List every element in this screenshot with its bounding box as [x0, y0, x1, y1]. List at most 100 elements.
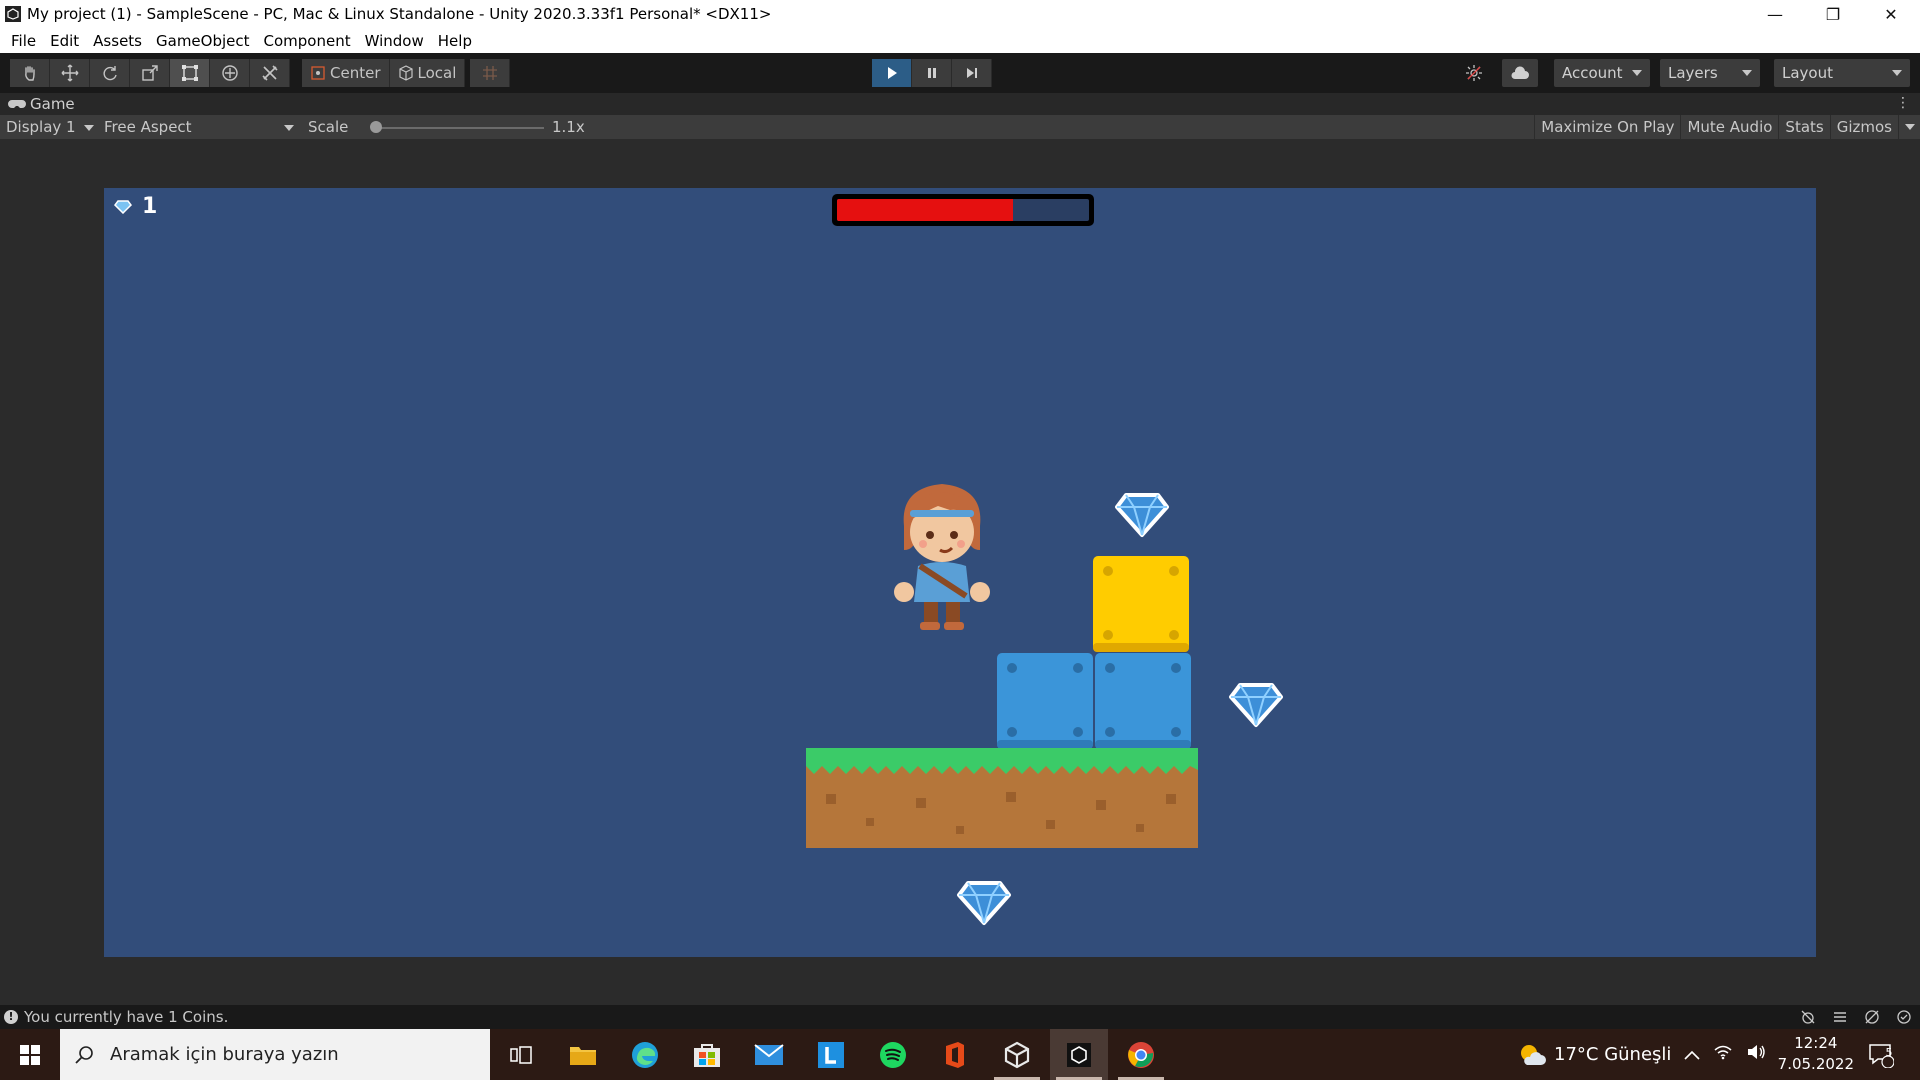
l-app-button[interactable]	[802, 1029, 860, 1080]
weather-partly-sunny-icon	[1521, 1044, 1546, 1065]
display-dropdown[interactable]: Display 1	[6, 118, 96, 136]
layers-dropdown[interactable]: Layers	[1660, 59, 1760, 87]
gem-pickup	[957, 881, 1011, 925]
rect-transform-icon	[181, 65, 198, 81]
scale-slider-handle[interactable]	[370, 121, 383, 133]
start-button[interactable]	[0, 1029, 60, 1080]
task-view-button[interactable]	[492, 1029, 550, 1080]
clock-date: 7.05.2022	[1777, 1055, 1854, 1073]
step-icon	[966, 68, 977, 78]
chrome-button[interactable]	[1112, 1029, 1170, 1080]
gizmos-toggle[interactable]: Gizmos	[1829, 115, 1898, 139]
menu-file[interactable]: File	[4, 32, 43, 50]
weather-widget[interactable]: 17°C Güneşli	[1518, 1029, 1671, 1080]
store-button[interactable]	[678, 1029, 736, 1080]
console-message[interactable]: ! You currently have 1 Coins.	[4, 1008, 228, 1026]
collab-icon	[1466, 65, 1482, 81]
tools-icon	[261, 65, 278, 81]
display-label: Display 1	[6, 118, 76, 136]
stats-toggle[interactable]: Stats	[1778, 115, 1829, 139]
unity-hub-button[interactable]	[988, 1029, 1046, 1080]
notification-center-button[interactable]: 5	[1868, 1029, 1894, 1080]
l-app-icon	[818, 1041, 844, 1068]
edge-button[interactable]	[616, 1029, 674, 1080]
play-button[interactable]	[872, 59, 912, 87]
menu-window[interactable]: Window	[358, 32, 431, 50]
minimize-button[interactable]: —	[1746, 0, 1804, 28]
scale-value: 1.1x	[552, 118, 585, 136]
rect-tool-button[interactable]	[170, 59, 210, 87]
maximize-on-play-toggle[interactable]: Maximize On Play	[1534, 115, 1680, 139]
move-tool-button[interactable]	[50, 59, 90, 87]
chevron-down-icon	[84, 125, 94, 131]
spotify-button[interactable]	[864, 1029, 922, 1080]
check-icon[interactable]	[1896, 1009, 1912, 1025]
debug-icon[interactable]	[1800, 1009, 1816, 1025]
gem-pickup	[1229, 683, 1283, 727]
rotate-icon	[103, 66, 117, 81]
menu-component[interactable]: Component	[257, 32, 358, 50]
chevron-down-icon	[1892, 70, 1902, 76]
game-view-toolbar: Display 1 Free Aspect Scale 1.1x Maximiz…	[0, 115, 1920, 139]
layers-label: Layers	[1668, 64, 1718, 82]
step-button[interactable]	[952, 59, 992, 87]
blue-block	[997, 653, 1093, 749]
move-arrows-icon	[61, 64, 78, 82]
game-viewport[interactable]: 1	[104, 188, 1816, 957]
grid-snap-button[interactable]	[470, 59, 510, 87]
network-icon[interactable]	[1864, 1009, 1880, 1025]
unity-editor-button[interactable]	[1050, 1029, 1108, 1080]
layout-dropdown[interactable]: Layout	[1774, 59, 1910, 87]
coin-counter: 1	[114, 194, 157, 219]
transform-icon	[221, 65, 238, 81]
health-bar	[832, 194, 1094, 226]
clock-time: 12:24	[1794, 1034, 1838, 1052]
tab-menu-icon[interactable]: ⋮	[1896, 95, 1910, 111]
progress-icon[interactable]	[1832, 1009, 1848, 1025]
aspect-dropdown[interactable]: Free Aspect	[104, 118, 296, 136]
spotify-icon	[880, 1041, 906, 1068]
mail-button[interactable]	[740, 1029, 798, 1080]
taskbar-search[interactable]: Aramak için buraya yazın	[60, 1029, 490, 1080]
game-view: 1	[0, 139, 1920, 1005]
gem-icon	[114, 199, 132, 214]
account-dropdown[interactable]: Account	[1554, 59, 1650, 87]
hand-tool-button[interactable]	[10, 59, 50, 87]
rotate-tool-button[interactable]	[90, 59, 130, 87]
search-placeholder: Aramak için buraya yazın	[110, 1044, 339, 1065]
file-explorer-button[interactable]	[554, 1029, 612, 1080]
volume-icon[interactable]	[1746, 1044, 1766, 1065]
cloud-button[interactable]	[1502, 59, 1538, 87]
pivot-local-label: Local	[417, 64, 457, 82]
tab-game[interactable]: Game	[8, 95, 75, 113]
custom-tool-button[interactable]	[250, 59, 290, 87]
search-icon	[75, 1045, 93, 1064]
restore-button[interactable]: ❐	[1804, 0, 1862, 28]
player-character	[894, 484, 990, 630]
unity-editor-icon	[1067, 1042, 1091, 1067]
layout-label: Layout	[1782, 64, 1833, 82]
aspect-label: Free Aspect	[104, 118, 192, 136]
scale-tool-button[interactable]	[130, 59, 170, 87]
clock[interactable]: 12:24 7.05.2022	[1778, 1033, 1854, 1075]
menu-edit[interactable]: Edit	[43, 32, 86, 50]
collab-button[interactable]	[1456, 59, 1492, 87]
menu-assets[interactable]: Assets	[86, 32, 149, 50]
menu-gameobject[interactable]: GameObject	[149, 32, 257, 50]
transform-tool-button[interactable]	[210, 59, 250, 87]
menu-help[interactable]: Help	[431, 32, 479, 50]
grid-snap-icon	[482, 66, 497, 80]
chevron-up-icon[interactable]	[1684, 1044, 1700, 1065]
gizmos-dropdown[interactable]	[1898, 115, 1920, 139]
scale-slider-track[interactable]	[372, 127, 544, 129]
mute-audio-toggle[interactable]: Mute Audio	[1680, 115, 1778, 139]
pivot-local-button[interactable]: Local	[389, 59, 466, 87]
office-button[interactable]	[926, 1029, 984, 1080]
pivot-center-button[interactable]: Center	[302, 59, 390, 87]
close-button[interactable]: ✕	[1862, 0, 1920, 28]
playback-controls	[872, 59, 992, 87]
blue-block	[1095, 653, 1191, 749]
pivot-icon	[311, 66, 325, 80]
pause-button[interactable]	[912, 59, 952, 87]
wifi-icon[interactable]	[1714, 1044, 1732, 1065]
